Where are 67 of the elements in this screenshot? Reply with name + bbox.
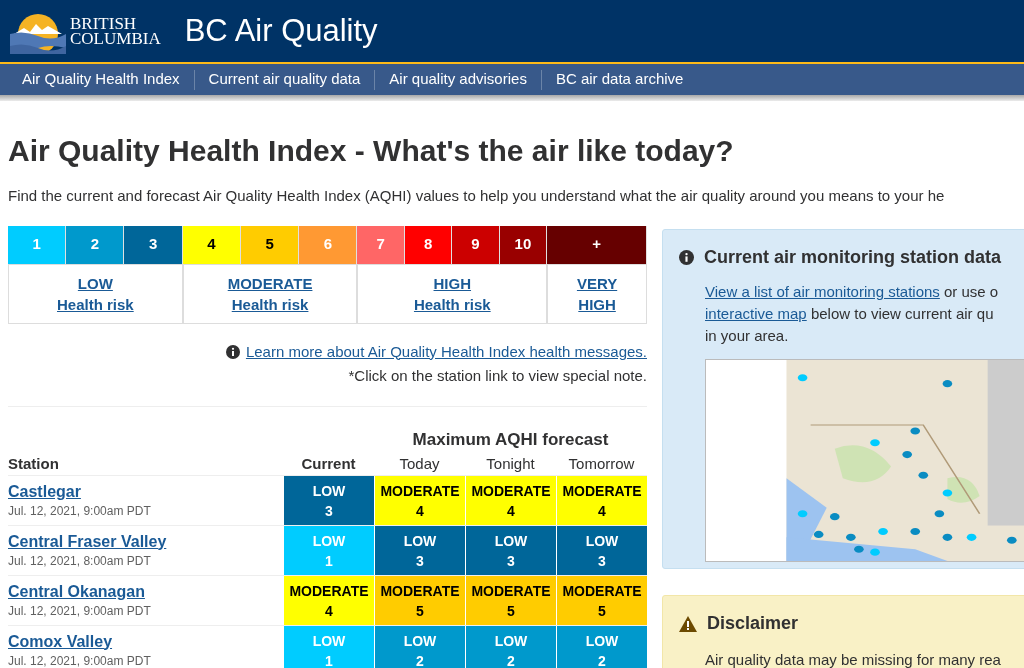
info-icon	[225, 344, 240, 359]
aqhi-cell: LOW 3	[556, 526, 647, 575]
page-title: Air Quality Health Index - What's the air like today?	[8, 133, 734, 169]
learn-more-link[interactable]: Learn more about Air Quality Health Index health messages.	[245, 340, 647, 363]
index-level-cell: 4	[182, 225, 241, 264]
panel-text: below to view current air qu	[809, 304, 994, 324]
station-link[interactable]: Comox Valley	[8, 631, 113, 652]
nav-link[interactable]: BC air data archive	[541, 68, 698, 91]
index-level-cell: 1	[8, 225, 67, 264]
aqhi-cell: LOW 3	[374, 526, 465, 575]
panel-link[interactable]: View a list of air monitoring stations	[705, 281, 940, 303]
nav-link[interactable]: Air quality advisories	[375, 68, 541, 91]
aqhi-cell: MODERATE 4	[465, 476, 556, 525]
index-level-cell: 10	[499, 225, 548, 264]
risk-link[interactable]: LOW Health risk	[8, 263, 183, 324]
station-time: Jul. 12, 2021, 9:00am PDT	[8, 602, 152, 620]
station-link[interactable]: Central Fraser Valley	[8, 531, 167, 552]
nav-link[interactable]: Current air quality data	[194, 68, 375, 91]
aqhi-cell: LOW 1	[283, 526, 374, 575]
station-link[interactable]: Castlegar	[8, 481, 81, 502]
info-icon	[679, 250, 694, 265]
aqhi-cell: LOW 3	[465, 526, 556, 575]
aqhi-cell: LOW 1	[283, 626, 374, 668]
site-title: BC Air Quality	[184, 11, 378, 50]
nav-link[interactable]: Air Quality Health Index	[8, 68, 194, 91]
column-header: Tonight	[485, 453, 536, 474]
station-time: Jul. 12, 2021, 9:00am PDT	[8, 652, 152, 668]
column-header: Tomorrow	[567, 453, 636, 474]
index-level-cell: 8	[404, 225, 453, 264]
index-level-cell: +	[547, 225, 647, 264]
aqhi-cell: LOW 2	[465, 626, 556, 668]
column-header: Station	[8, 453, 60, 474]
aqhi-cell: LOW 2	[556, 626, 647, 668]
index-level-cell: 2	[66, 225, 125, 264]
aqhi-cell: MODERATE 4	[283, 576, 374, 625]
index-level-cell: 3	[124, 225, 183, 264]
index-level-cell: 7	[357, 225, 405, 264]
risk-link[interactable]: VERY HIGH	[547, 263, 647, 324]
station-time: Jul. 12, 2021, 9:00am PDT	[8, 502, 152, 520]
aqhi-cell: LOW 3	[283, 476, 374, 525]
index-level-cell: 9	[452, 225, 500, 264]
column-header: Today	[398, 453, 441, 474]
panel-text: in your area.	[705, 326, 789, 346]
panel-link[interactable]: interactive map	[705, 303, 807, 325]
disclaimer-text: Air quality data may be missing for many rea	[704, 650, 1002, 668]
logo-text: BRITISH	[70, 16, 138, 31]
aqhi-cell: MODERATE 5	[556, 576, 647, 625]
aqhi-cell: LOW 2	[374, 626, 465, 668]
station-time: Jul. 12, 2021, 8:00am PDT	[8, 552, 152, 570]
aqhi-cell: MODERATE 4	[374, 476, 465, 525]
station-note: *Click on the station link to view special note.	[347, 366, 647, 386]
index-level-cell: 5	[240, 225, 300, 264]
risk-link[interactable]: HIGH Health risk	[357, 263, 548, 324]
panel-title: Current air monitoring station data	[704, 246, 1002, 269]
intro-text: Find the current and forecast Air Quality Health Index (AQHI) values to help you understand what the air quality around you means to your he	[8, 186, 946, 206]
aqhi-cell: MODERATE 4	[556, 476, 647, 525]
station-link[interactable]: Central Okanagan	[8, 581, 145, 602]
forecast-heading: Maximum AQHI forecast	[411, 428, 610, 451]
panel-text: or use o	[943, 282, 999, 302]
aqhi-cell: MODERATE 5	[374, 576, 465, 625]
warning-icon	[679, 615, 697, 632]
disclaimer-title: Disclaimer	[707, 612, 799, 635]
risk-link[interactable]: MODERATE Health risk	[182, 263, 358, 324]
aqhi-cell: MODERATE 5	[465, 576, 556, 625]
index-level-cell: 6	[299, 225, 358, 264]
column-header: Current	[300, 453, 357, 474]
logo-text: COLUMBIA	[70, 31, 161, 46]
